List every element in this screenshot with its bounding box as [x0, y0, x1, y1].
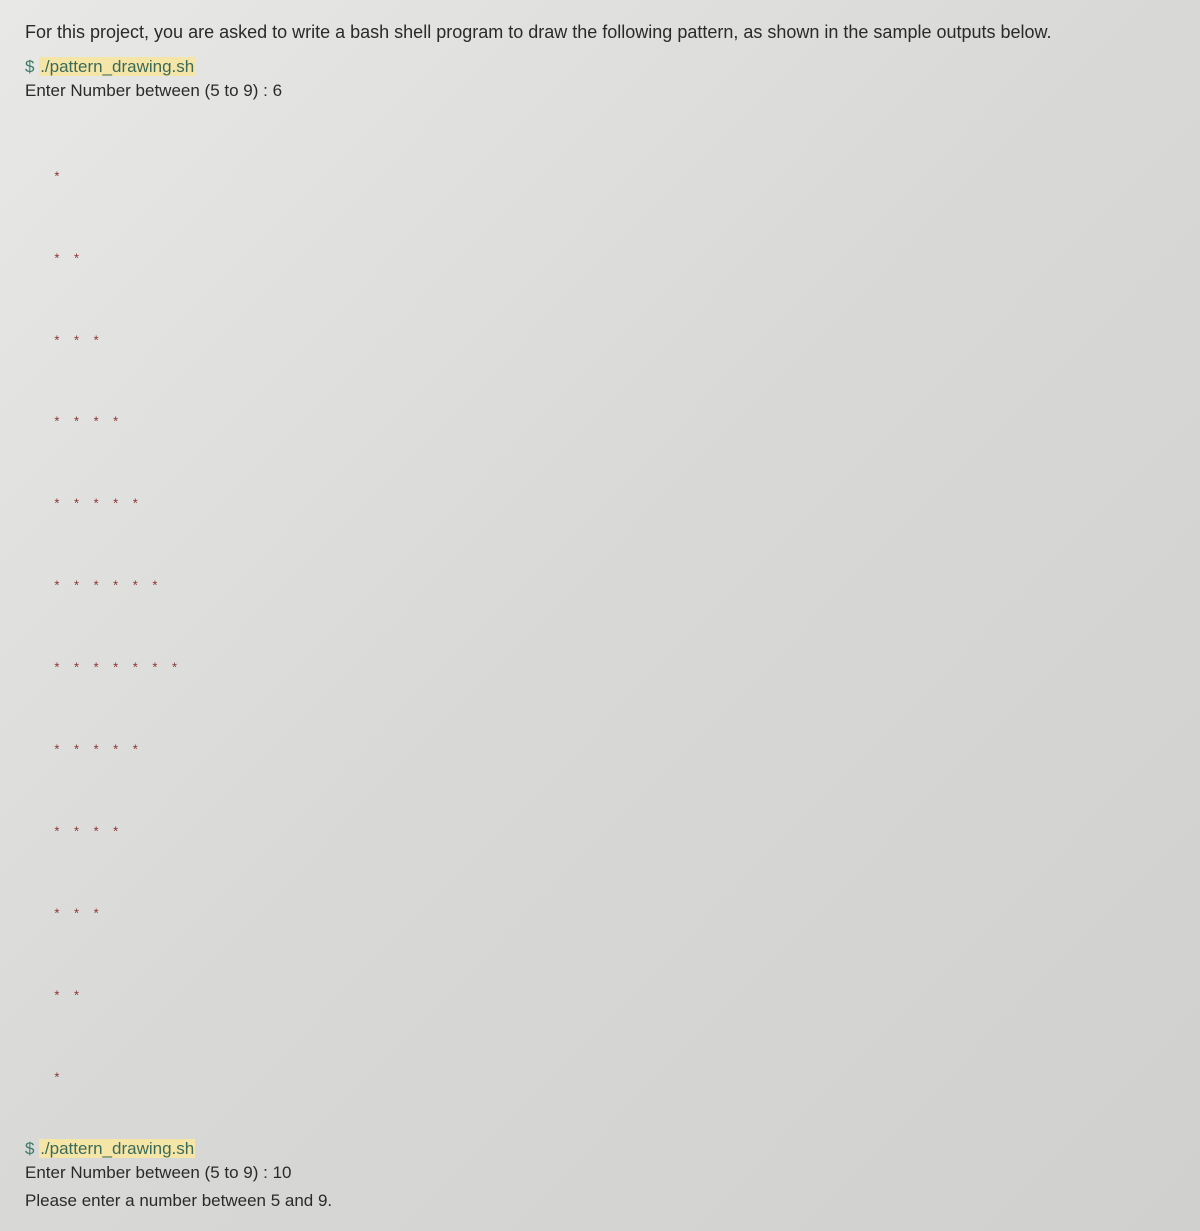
- pattern-line: * * *: [53, 901, 1175, 928]
- pattern-line: * * * * *: [53, 737, 1175, 764]
- pattern-line: * *: [53, 983, 1175, 1010]
- script-name-1: ./pattern_drawing.sh: [39, 57, 195, 76]
- project-instruction: For this project, you are asked to write…: [25, 20, 1175, 45]
- pattern-output: * * * * * * * * * * * * * * * * * * * * …: [53, 109, 1175, 1119]
- pattern-line: * * * *: [53, 819, 1175, 846]
- input-value-1: 6: [273, 81, 282, 100]
- shell-prompt-1: $: [25, 57, 39, 76]
- pattern-line: * *: [53, 246, 1175, 273]
- error-message: Please enter a number between 5 and 9.: [25, 1191, 1175, 1211]
- input-label-2: Enter Number between (5 to 9) :: [25, 1163, 273, 1182]
- input-label-1: Enter Number between (5 to 9) :: [25, 81, 273, 100]
- pattern-line: *: [53, 164, 1175, 191]
- pattern-line: *: [53, 1065, 1175, 1092]
- pattern-line: * * * * * *: [53, 573, 1175, 600]
- input-prompt-2: Enter Number between (5 to 9) : 10: [25, 1163, 1175, 1183]
- command-run-1: $ ./pattern_drawing.sh: [25, 57, 1175, 77]
- script-name-2: ./pattern_drawing.sh: [39, 1139, 195, 1158]
- pattern-line: * * * * *: [53, 491, 1175, 518]
- pattern-line: * * *: [53, 328, 1175, 355]
- input-value-2: 10: [273, 1163, 292, 1182]
- pattern-line: * * * *: [53, 409, 1175, 436]
- pattern-line: * * * * * * *: [53, 655, 1175, 682]
- input-prompt-1: Enter Number between (5 to 9) : 6: [25, 81, 1175, 101]
- command-run-2: $ ./pattern_drawing.sh: [25, 1139, 1175, 1159]
- shell-prompt-2: $: [25, 1139, 39, 1158]
